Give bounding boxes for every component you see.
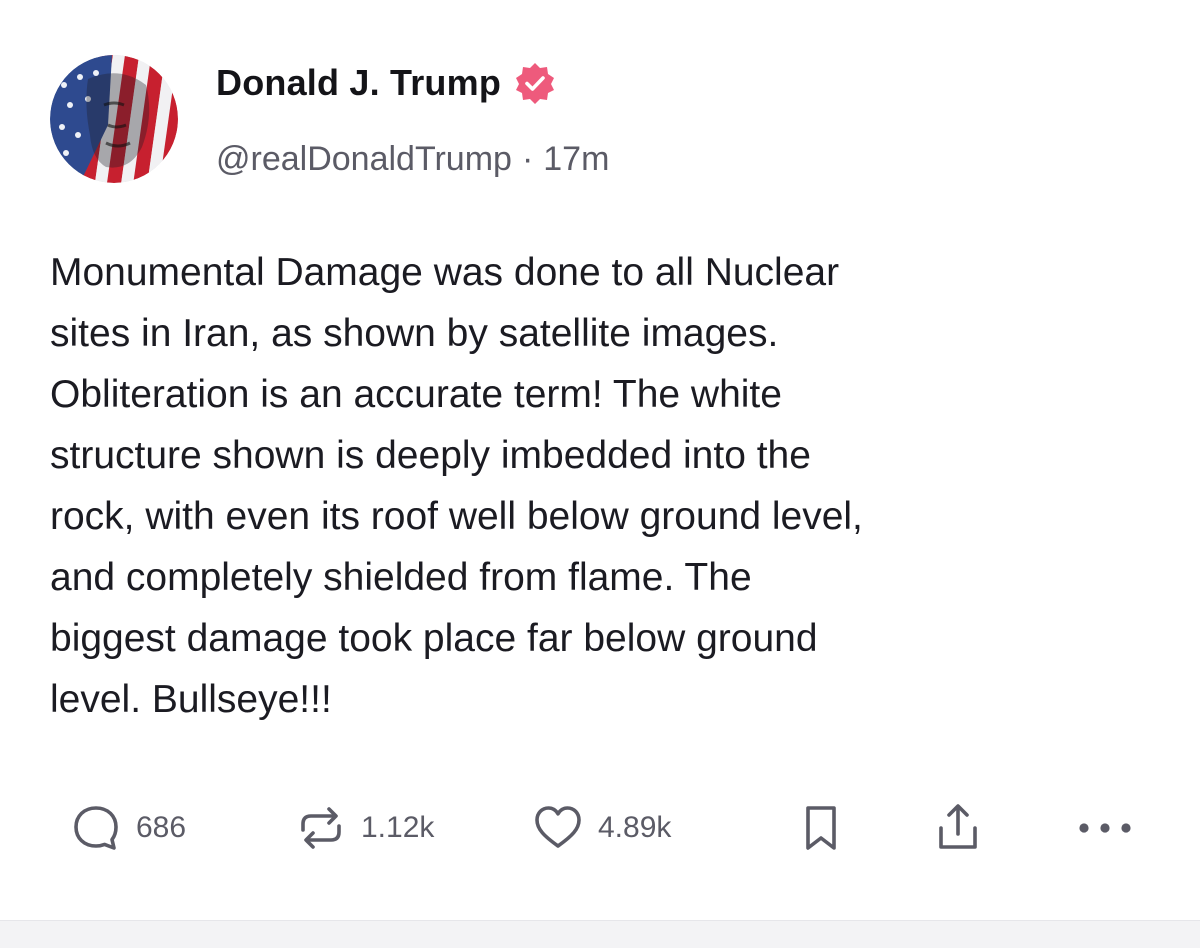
post-meta: @realDonaldTrump · 17m xyxy=(216,135,609,183)
flag-portrait-avatar-icon xyxy=(50,55,178,183)
bookmark-icon xyxy=(806,806,836,850)
like-count: 4.89k xyxy=(598,811,672,844)
reply-count: 686 xyxy=(136,811,187,844)
repost-button[interactable]: 1.12k xyxy=(293,798,434,858)
like-button[interactable]: 4.89k xyxy=(530,798,671,858)
repost-arrows-icon xyxy=(301,807,341,849)
more-dots-icon xyxy=(1079,823,1131,833)
more-options-button[interactable] xyxy=(1070,798,1140,858)
meta-separator: · xyxy=(521,139,534,178)
feed-divider xyxy=(0,920,1200,948)
share-button[interactable] xyxy=(930,798,986,858)
bookmark-button[interactable] xyxy=(793,798,849,858)
heart-icon xyxy=(535,806,581,848)
author-display-name[interactable]: Donald J. Trump xyxy=(216,62,501,104)
repost-count: 1.12k xyxy=(361,811,435,844)
author-handle[interactable]: @realDonaldTrump xyxy=(216,140,512,179)
post-body-text: Monumental Damage was done to all Nuclea… xyxy=(50,251,863,721)
author-name-row: Donald J. Trump xyxy=(216,58,557,108)
verified-badge-icon xyxy=(516,63,555,104)
post-actions-bar: 686 1.12k 4.89k xyxy=(60,798,1150,858)
comment-bubble-icon xyxy=(74,806,118,850)
post-timestamp[interactable]: 17m xyxy=(543,140,609,179)
post-card: Donald J. Trump @realDonaldTrump · 17m M… xyxy=(0,0,1200,920)
author-avatar[interactable] xyxy=(50,55,178,183)
reply-button[interactable]: 686 xyxy=(68,798,186,858)
share-upload-icon xyxy=(939,804,977,849)
